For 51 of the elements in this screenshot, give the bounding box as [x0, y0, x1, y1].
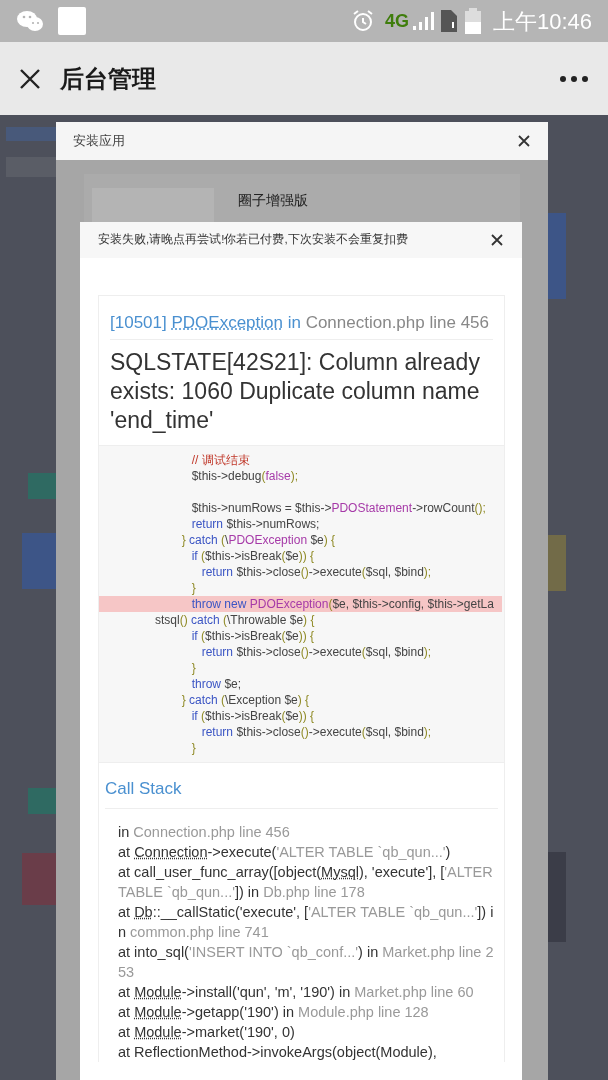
close-icon — [518, 135, 530, 147]
network-type: 4G — [384, 9, 409, 33]
code-line: return $this->close()->execute($sql, $bind); — [200, 644, 433, 660]
stack-frame: at Db::__callStatic('execute', ['ALTER TABLE `qb_qun...']) in common.php line 741 — [118, 901, 494, 942]
code-line: } — [190, 580, 197, 596]
code-line: } catch (\Exception $e) { — [180, 692, 311, 708]
stack-frame: in Connection.php line 456 — [118, 821, 494, 842]
more-icon — [560, 75, 588, 82]
stack-frame: at call_user_func_array([object(Mysql), 'execute'], ['ALTER TABLE `qb_qun...']) in Db.php line 178 — [118, 861, 494, 902]
stack-frame: at Connection->execute('ALTER TABLE `qb_qun...') — [118, 841, 494, 862]
stack-frame: at Module->market('190', 0) — [118, 1021, 494, 1042]
code-line: $this->debug(false); — [190, 468, 300, 484]
stack-frame: at Module->getapp('190') in Module.php line 128 — [118, 1001, 494, 1022]
stack-frame: at into_sql('INSERT INTO `qb_conf...') in Market.php line 253 — [118, 941, 494, 982]
notification-icon — [58, 7, 86, 35]
stack-frame: at ReflectionMethod->invokeArgs(object(Module), — [118, 1041, 494, 1062]
close-icon — [19, 67, 41, 90]
close-icon — [491, 234, 503, 246]
close-button[interactable] — [517, 134, 531, 148]
call-stack-heading: Call Stack — [105, 779, 182, 798]
sim-card-icon — [440, 10, 457, 32]
code-line: throw $e; — [190, 676, 243, 692]
code-line: stsql() catch (\Throwable $e) { — [155, 612, 316, 628]
code-line: return $this->close()->execute($sql, $bind); — [200, 564, 433, 580]
close-button[interactable] — [18, 66, 42, 91]
dimmed-tag — [6, 157, 56, 177]
code-line: } — [190, 740, 197, 756]
code-line: $this->numRows = $this->PDOStatement->rowCount(); — [190, 500, 487, 516]
code-line: if ($this->isBreak($e)) { — [190, 548, 316, 564]
dialog-title: 安装失败,请晚点再尝试!你若已付费,下次安装不会重复扣费 — [98, 232, 408, 248]
product-name: 圈子增强版 — [238, 191, 308, 210]
battery-icon — [464, 8, 481, 34]
page-title: 后台管理 — [60, 63, 156, 94]
signal-icon — [412, 10, 435, 32]
wechat-icon — [16, 9, 44, 33]
code-line: return $this->numRows; — [190, 516, 321, 532]
close-button[interactable] — [490, 233, 504, 247]
code-line: // 调试结束 — [190, 452, 251, 468]
code-line: } — [190, 660, 197, 676]
dialog-title: 安装应用 — [73, 132, 125, 151]
dimmed-thumbnail — [22, 853, 56, 905]
code-line: if ($this->isBreak($e)) { — [190, 628, 316, 644]
code-line: return $this->close()->execute($sql, $bind); — [200, 724, 433, 740]
clock-time: 上午10:46 — [492, 7, 592, 36]
stack-frame: at Module->install('qun', 'm', '190') in Market.php line 60 — [118, 981, 494, 1002]
exception-heading: [10501] PDOException in Connection.php line 456 — [110, 313, 490, 333]
code-line: if ($this->isBreak($e)) { — [190, 708, 316, 724]
dimmed-thumbnail — [22, 533, 56, 589]
code-line: } catch (\PDOException $e) { — [180, 532, 337, 548]
exception-message: SQLSTATE[42S21]: Column already exists: 1060 Duplicate column name 'end_time' — [110, 348, 481, 435]
dimmed-thumbnail — [548, 535, 566, 591]
